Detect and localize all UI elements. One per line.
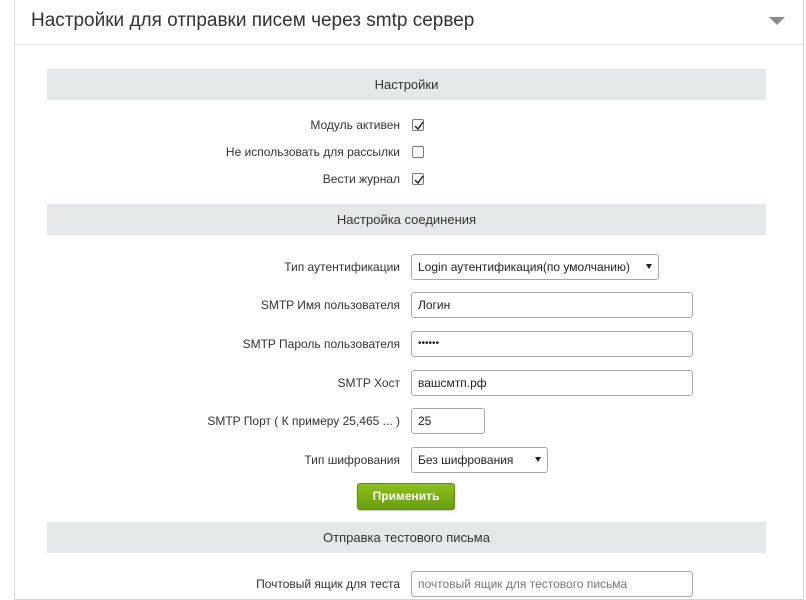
- module-active-label: Модуль активен: [310, 118, 400, 132]
- test-email-label: Почтовый ящик для теста: [256, 577, 400, 591]
- password-input[interactable]: ••••••: [411, 331, 693, 357]
- host-input[interactable]: вашсмтп.рф: [411, 370, 693, 396]
- auth-type-label: Тип аутентификации: [284, 260, 400, 274]
- encryption-row: Тип шифрования Без шифрования: [47, 447, 766, 473]
- checkmark-icon: [414, 175, 424, 185]
- module-active-checkbox[interactable]: [412, 119, 424, 131]
- auth-type-value: Login аутентификация(по умолчанию): [418, 260, 630, 274]
- collapse-arrow-icon[interactable]: [769, 17, 785, 25]
- auth-type-row: Тип аутентификации Login аутентификация(…: [47, 254, 766, 280]
- username-row: SMTP Имя пользователя Логин: [47, 292, 766, 318]
- host-label: SMTP Хост: [337, 376, 401, 390]
- encryption-label: Тип шифрования: [304, 453, 400, 467]
- encryption-value: Без шифрования: [418, 453, 514, 467]
- password-label: SMTP Пароль пользователя: [242, 337, 400, 351]
- panel-header: Настройки для отправки писем через smtp …: [15, 0, 803, 45]
- host-row: SMTP Хост вашсмтп.рф: [47, 370, 766, 396]
- password-row: SMTP Пароль пользователя ••••••: [47, 331, 766, 357]
- no-mailing-checkbox[interactable]: [412, 146, 424, 158]
- port-label: SMTP Порт ( К примеру 25,465 ... ): [207, 414, 400, 428]
- port-input[interactable]: 25: [411, 408, 485, 434]
- username-label: SMTP Имя пользователя: [260, 298, 400, 312]
- panel-title: Настройки для отправки писем через smtp …: [31, 10, 475, 31]
- test-email-input[interactable]: [411, 571, 693, 597]
- checkmark-icon: [414, 121, 424, 131]
- apply-button[interactable]: Применить: [357, 483, 455, 510]
- no-mailing-label: Не использовать для рассылки: [225, 145, 400, 159]
- log-row: Вести журнал: [47, 172, 766, 188]
- section-header-settings: Настройки: [47, 69, 766, 100]
- encryption-select[interactable]: Без шифрования: [411, 447, 548, 473]
- no-mailing-row: Не использовать для рассылки: [47, 145, 766, 161]
- dropdown-arrow-icon: [535, 457, 541, 462]
- test-email-row: Почтовый ящик для теста: [47, 571, 766, 597]
- section-header-test: Отправка тестового письма: [47, 522, 766, 553]
- section-header-connection: Настройка соединения: [47, 204, 766, 235]
- port-row: SMTP Порт ( К примеру 25,465 ... ) 25: [47, 408, 766, 434]
- username-input[interactable]: Логин: [411, 292, 693, 318]
- log-label: Вести журнал: [322, 172, 400, 186]
- smtp-settings-panel: Настройки для отправки писем через smtp …: [14, 0, 804, 600]
- auth-type-select[interactable]: Login аутентификация(по умолчанию): [411, 254, 659, 280]
- dropdown-arrow-icon: [646, 264, 652, 269]
- module-active-row: Модуль активен: [47, 118, 766, 134]
- log-checkbox[interactable]: [412, 173, 424, 185]
